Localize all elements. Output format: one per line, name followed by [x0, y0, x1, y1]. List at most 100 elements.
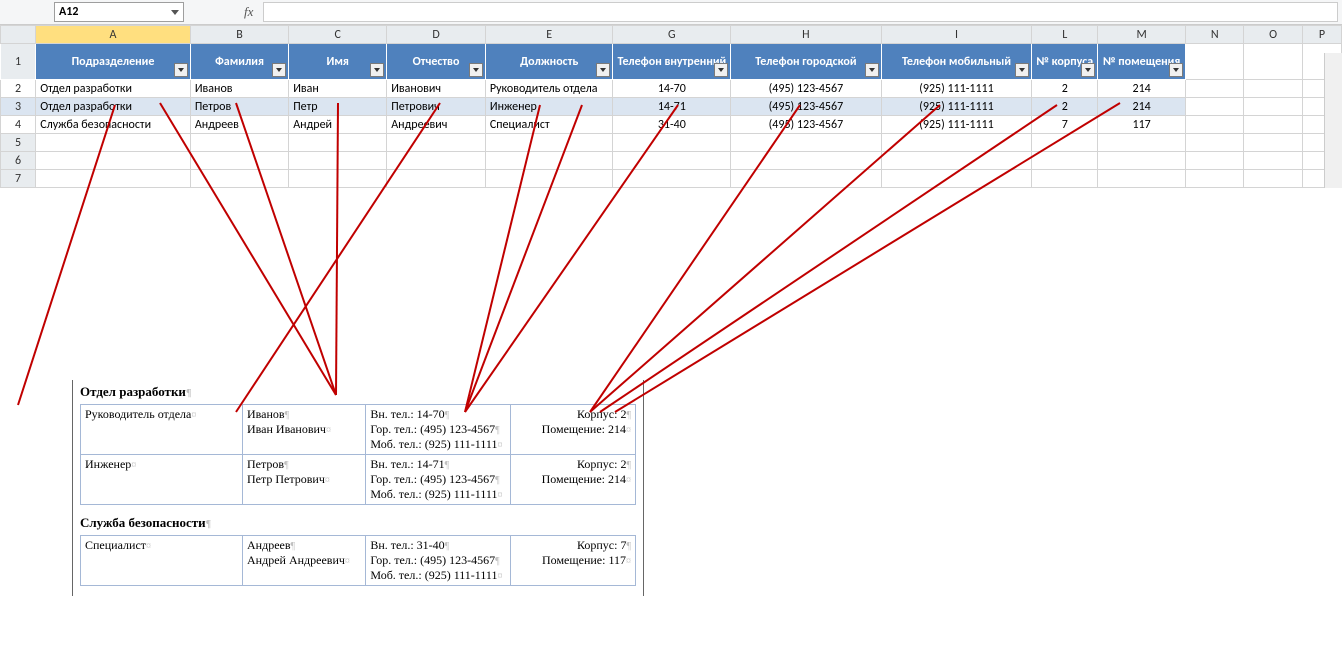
cell-7-3[interactable]: [387, 170, 486, 188]
column-header-L[interactable]: L: [1032, 26, 1098, 44]
cell-5-10[interactable]: [1186, 134, 1244, 152]
cell-7-11[interactable]: [1244, 170, 1302, 188]
cell-3-A[interactable]: Отдел разработки: [36, 98, 191, 116]
chevron-down-icon[interactable]: [171, 10, 179, 15]
filter-button-H[interactable]: [865, 63, 879, 77]
cell-7-1[interactable]: [190, 170, 288, 188]
cell-5-7[interactable]: [881, 134, 1032, 152]
column-header-A[interactable]: A: [36, 26, 191, 44]
name-box[interactable]: A12: [54, 2, 184, 22]
column-header-G[interactable]: G: [613, 26, 731, 44]
cell-4-I[interactable]: (925) 111-1111: [881, 116, 1032, 134]
worksheet[interactable]: ABCDEGHILMNOP1ПодразделениеФамилияИмяОтч…: [0, 25, 1342, 188]
cell-5-6[interactable]: [731, 134, 881, 152]
cell-3-L[interactable]: 2: [1032, 98, 1098, 116]
cell-5-5[interactable]: [613, 134, 731, 152]
cell-6-6[interactable]: [731, 152, 881, 170]
cell-3-N[interactable]: [1186, 98, 1244, 116]
cell-6-7[interactable]: [881, 152, 1032, 170]
cell-2-D[interactable]: Иванович: [387, 80, 486, 98]
cell-2-I[interactable]: (925) 111-1111: [881, 80, 1032, 98]
row-header-1[interactable]: 1: [1, 44, 36, 80]
cell-3-G[interactable]: 14-71: [613, 98, 731, 116]
row-header-3[interactable]: 3: [1, 98, 36, 116]
cell-3-M[interactable]: 214: [1098, 98, 1186, 116]
filter-button-D[interactable]: [469, 63, 483, 77]
cell-4-G[interactable]: 31-40: [613, 116, 731, 134]
column-header-B[interactable]: B: [190, 26, 288, 44]
cell-5-1[interactable]: [190, 134, 288, 152]
row-header-6[interactable]: 6: [1, 152, 36, 170]
table-header-G[interactable]: Телефон внутренний: [613, 44, 731, 80]
filter-button-A[interactable]: [174, 63, 188, 77]
cell-7-9[interactable]: [1098, 170, 1186, 188]
cell-7-6[interactable]: [731, 170, 881, 188]
cell-2-E[interactable]: Руководитель отдела: [485, 80, 613, 98]
cell-4-L[interactable]: 7: [1032, 116, 1098, 134]
cell-7-5[interactable]: [613, 170, 731, 188]
row-header-5[interactable]: 5: [1, 134, 36, 152]
column-header-E[interactable]: E: [485, 26, 613, 44]
column-header-N[interactable]: N: [1186, 26, 1244, 44]
cell-4-O[interactable]: [1244, 116, 1302, 134]
cell-2-C[interactable]: Иван: [289, 80, 387, 98]
cell-4-C[interactable]: Андрей: [289, 116, 387, 134]
cell-3-C[interactable]: Петр: [289, 98, 387, 116]
cell-5-8[interactable]: [1032, 134, 1098, 152]
cell-3-O[interactable]: [1244, 98, 1302, 116]
column-header-M[interactable]: M: [1098, 26, 1186, 44]
cell-1-N[interactable]: [1186, 44, 1244, 80]
table-header-C[interactable]: Имя: [289, 44, 387, 80]
cell-4-E[interactable]: Специалист: [485, 116, 613, 134]
cell-5-0[interactable]: [36, 134, 191, 152]
cell-7-4[interactable]: [485, 170, 613, 188]
table-header-I[interactable]: Телефон мобильный: [881, 44, 1032, 80]
cell-6-10[interactable]: [1186, 152, 1244, 170]
table-header-D[interactable]: Отчество: [387, 44, 486, 80]
cell-2-M[interactable]: 214: [1098, 80, 1186, 98]
table-header-E[interactable]: Должность: [485, 44, 613, 80]
cell-5-11[interactable]: [1244, 134, 1302, 152]
cell-4-A[interactable]: Служба безопасности: [36, 116, 191, 134]
cell-7-7[interactable]: [881, 170, 1032, 188]
filter-button-I[interactable]: [1015, 63, 1029, 77]
filter-button-E[interactable]: [596, 63, 610, 77]
column-header-O[interactable]: O: [1244, 26, 1302, 44]
cell-6-4[interactable]: [485, 152, 613, 170]
filter-button-L[interactable]: [1081, 63, 1095, 77]
cell-7-8[interactable]: [1032, 170, 1098, 188]
cell-3-D[interactable]: Петрович: [387, 98, 486, 116]
column-header-I[interactable]: I: [881, 26, 1032, 44]
cell-6-5[interactable]: [613, 152, 731, 170]
cell-5-2[interactable]: [289, 134, 387, 152]
cell-7-2[interactable]: [289, 170, 387, 188]
cell-6-0[interactable]: [36, 152, 191, 170]
column-header-P[interactable]: P: [1302, 26, 1341, 44]
filter-button-M[interactable]: [1169, 63, 1183, 77]
cell-6-3[interactable]: [387, 152, 486, 170]
cell-7-0[interactable]: [36, 170, 191, 188]
table-header-H[interactable]: Телефон городской: [731, 44, 881, 80]
row-header-2[interactable]: 2: [1, 80, 36, 98]
row-header-7[interactable]: 7: [1, 170, 36, 188]
cell-5-4[interactable]: [485, 134, 613, 152]
cell-2-H[interactable]: (495) 123-4567: [731, 80, 881, 98]
cell-2-G[interactable]: 14-70: [613, 80, 731, 98]
formula-bar[interactable]: [263, 2, 1338, 22]
cell-2-O[interactable]: [1244, 80, 1302, 98]
vertical-scrollbar[interactable]: [1324, 53, 1342, 188]
cell-4-M[interactable]: 117: [1098, 116, 1186, 134]
cell-7-10[interactable]: [1186, 170, 1244, 188]
row-header-4[interactable]: 4: [1, 116, 36, 134]
cell-3-E[interactable]: Инженер: [485, 98, 613, 116]
filter-button-B[interactable]: [272, 63, 286, 77]
cell-4-D[interactable]: Андреевич: [387, 116, 486, 134]
cell-2-L[interactable]: 2: [1032, 80, 1098, 98]
cell-1-O[interactable]: [1244, 44, 1302, 80]
filter-button-G[interactable]: [714, 63, 728, 77]
filter-button-C[interactable]: [370, 63, 384, 77]
cell-5-3[interactable]: [387, 134, 486, 152]
cell-2-B[interactable]: Иванов: [190, 80, 288, 98]
cell-6-9[interactable]: [1098, 152, 1186, 170]
column-header-D[interactable]: D: [387, 26, 486, 44]
